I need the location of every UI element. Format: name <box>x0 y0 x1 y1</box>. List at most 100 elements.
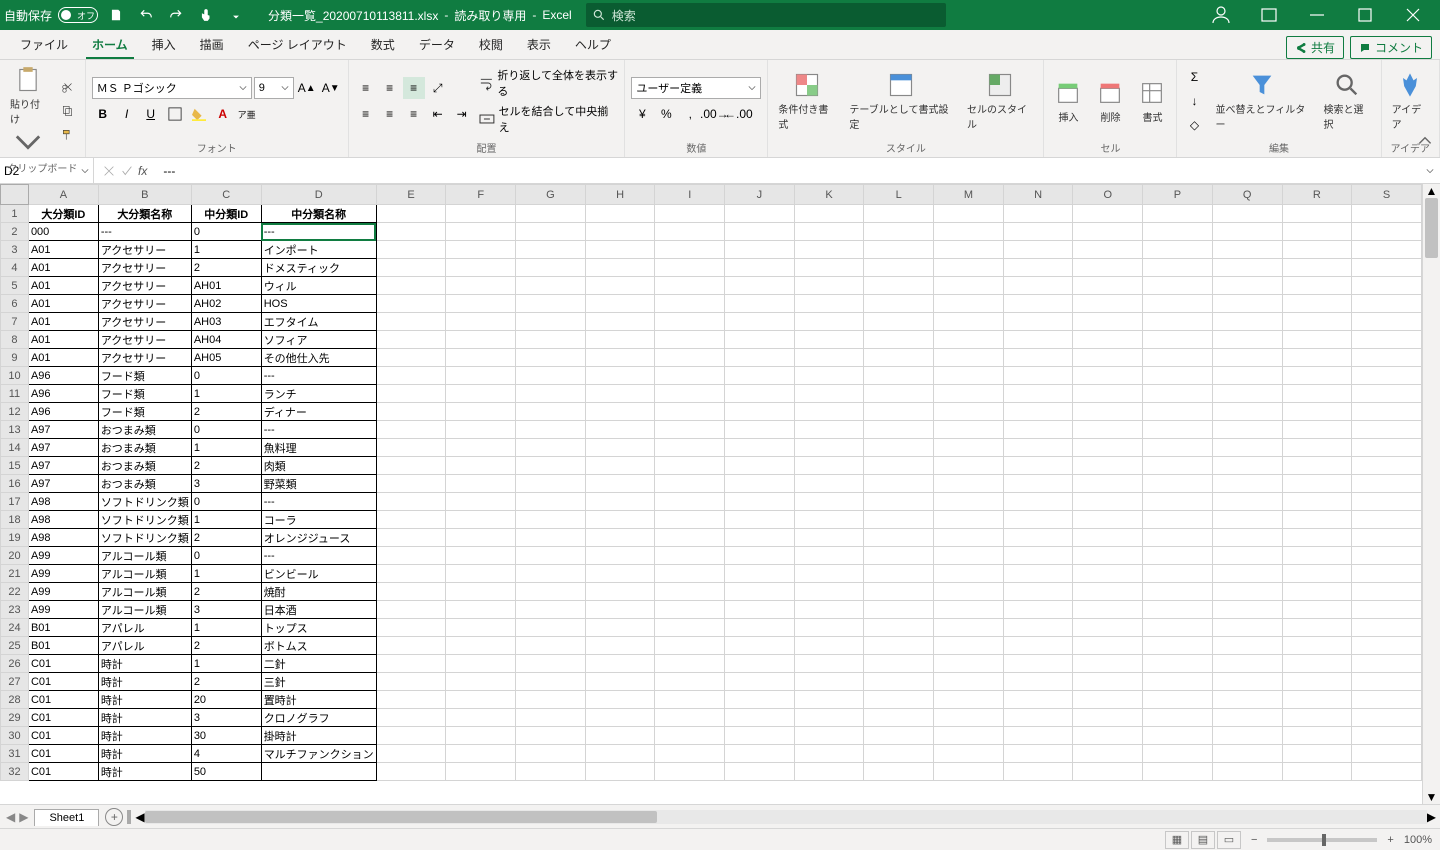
cell[interactable] <box>1212 547 1282 565</box>
cell[interactable] <box>934 709 1004 727</box>
cell[interactable]: C01 <box>28 673 98 691</box>
align-left-icon[interactable]: ≡ <box>355 103 377 125</box>
cell[interactable] <box>446 421 516 439</box>
cell[interactable]: A97 <box>28 421 98 439</box>
cell[interactable] <box>1073 601 1143 619</box>
cell[interactable] <box>446 709 516 727</box>
cell[interactable] <box>1143 259 1213 277</box>
cell[interactable] <box>516 331 586 349</box>
share-button[interactable]: 共有 <box>1286 36 1344 59</box>
cell[interactable] <box>446 745 516 763</box>
cell[interactable] <box>655 439 725 457</box>
cell[interactable]: 時計 <box>98 673 191 691</box>
cell[interactable] <box>794 745 864 763</box>
cell[interactable] <box>516 727 586 745</box>
cell[interactable] <box>516 205 586 223</box>
cell[interactable] <box>934 223 1004 241</box>
cell[interactable] <box>1073 385 1143 403</box>
cell[interactable] <box>585 493 655 511</box>
cell[interactable]: 1 <box>191 511 261 529</box>
cell[interactable] <box>1282 349 1352 367</box>
cell[interactable] <box>934 331 1004 349</box>
cell[interactable] <box>1003 475 1073 493</box>
cell[interactable] <box>1282 709 1352 727</box>
cell[interactable] <box>516 619 586 637</box>
col-header[interactable]: B <box>98 185 191 205</box>
cell[interactable]: 2 <box>191 637 261 655</box>
cell[interactable] <box>794 385 864 403</box>
cell[interactable]: アクセサリー <box>98 313 191 331</box>
col-header[interactable]: N <box>1003 185 1073 205</box>
cell[interactable] <box>516 565 586 583</box>
cell[interactable] <box>725 331 795 349</box>
cell[interactable] <box>794 673 864 691</box>
cell[interactable] <box>1073 259 1143 277</box>
cell[interactable] <box>1073 691 1143 709</box>
cell[interactable]: 1 <box>191 385 261 403</box>
cell[interactable] <box>1143 727 1213 745</box>
row-header[interactable]: 30 <box>1 727 29 745</box>
cell[interactable]: 掛時計 <box>261 727 376 745</box>
cell[interactable] <box>794 349 864 367</box>
ideas-button[interactable]: アイデア <box>1388 69 1433 133</box>
cell[interactable]: 2 <box>191 673 261 691</box>
cell[interactable] <box>655 205 725 223</box>
cell[interactable] <box>516 385 586 403</box>
cell[interactable] <box>446 637 516 655</box>
cell[interactable] <box>794 619 864 637</box>
cell[interactable] <box>934 529 1004 547</box>
cell[interactable] <box>1003 511 1073 529</box>
cell[interactable] <box>446 655 516 673</box>
cell[interactable] <box>864 709 934 727</box>
cell[interactable] <box>446 277 516 295</box>
cell[interactable]: おつまみ類 <box>98 439 191 457</box>
cell[interactable] <box>725 439 795 457</box>
cell[interactable] <box>934 241 1004 259</box>
cell[interactable] <box>934 475 1004 493</box>
cell[interactable] <box>1003 421 1073 439</box>
row-header[interactable]: 10 <box>1 367 29 385</box>
cell[interactable]: フード類 <box>98 385 191 403</box>
cell[interactable] <box>1352 547 1422 565</box>
cell[interactable] <box>516 295 586 313</box>
cell[interactable] <box>934 601 1004 619</box>
bold-icon[interactable]: B <box>92 103 114 125</box>
cell[interactable] <box>655 367 725 385</box>
row-header[interactable]: 5 <box>1 277 29 295</box>
cell[interactable] <box>655 349 725 367</box>
cell[interactable]: A99 <box>28 547 98 565</box>
cell[interactable] <box>1282 511 1352 529</box>
cell[interactable] <box>934 385 1004 403</box>
cell[interactable] <box>1073 241 1143 259</box>
cell[interactable] <box>516 349 586 367</box>
cell[interactable] <box>1143 421 1213 439</box>
cell[interactable] <box>1143 637 1213 655</box>
cell[interactable]: A01 <box>28 295 98 313</box>
row-header[interactable]: 7 <box>1 313 29 331</box>
cell[interactable] <box>934 565 1004 583</box>
cell[interactable] <box>376 565 446 583</box>
page-break-view-icon[interactable]: ▭ <box>1217 831 1241 849</box>
cell[interactable] <box>446 727 516 745</box>
cell[interactable]: 2 <box>191 259 261 277</box>
cell[interactable]: 中分類ID <box>191 205 261 223</box>
cell[interactable]: 4 <box>191 745 261 763</box>
cell[interactable]: アクセサリー <box>98 295 191 313</box>
cell[interactable] <box>864 349 934 367</box>
cell[interactable] <box>376 637 446 655</box>
cell[interactable]: ドメスティック <box>261 259 376 277</box>
cell[interactable] <box>516 457 586 475</box>
increase-indent-icon[interactable]: ⇥ <box>451 103 473 125</box>
cell[interactable] <box>655 547 725 565</box>
col-header[interactable]: R <box>1282 185 1352 205</box>
cell[interactable] <box>1003 691 1073 709</box>
cell[interactable]: --- <box>261 421 376 439</box>
cell[interactable]: トップス <box>261 619 376 637</box>
cell[interactable] <box>655 583 725 601</box>
cell[interactable] <box>585 385 655 403</box>
copy-icon[interactable] <box>57 100 79 122</box>
cell[interactable] <box>1282 745 1352 763</box>
cell[interactable] <box>1212 619 1282 637</box>
cell[interactable]: 50 <box>191 763 261 781</box>
insert-cells-button[interactable]: 挿入 <box>1050 77 1086 126</box>
